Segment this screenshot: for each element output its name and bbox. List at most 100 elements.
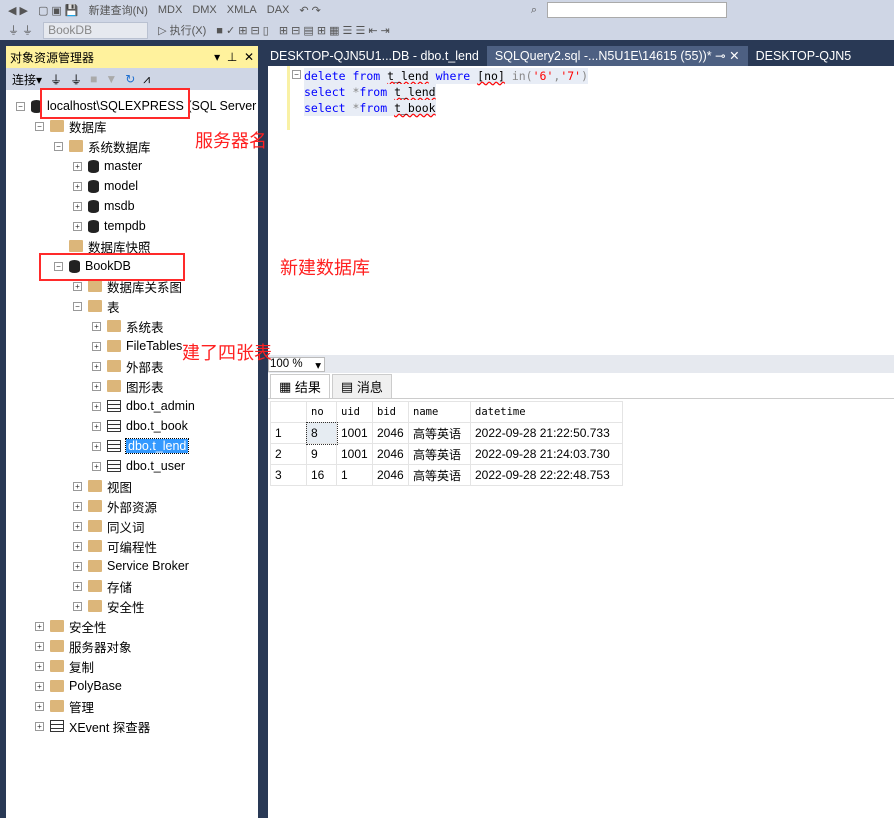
execute-button[interactable]: ▷ 执行(X): [158, 22, 206, 38]
grid-cell[interactable]: 2046: [372, 422, 409, 444]
connect-icon[interactable]: ⏚ ⏚: [8, 22, 33, 38]
tab-messages[interactable]: ▤ 消息: [331, 374, 392, 398]
tree-item[interactable]: + model: [73, 176, 138, 196]
document-tab[interactable]: DESKTOP-QJN5U1...DB - dbo.t_lend: [262, 46, 487, 66]
column-header[interactable]: [270, 401, 307, 423]
expand-icon[interactable]: +: [92, 421, 101, 431]
tree-item[interactable]: + FileTables: [92, 336, 182, 356]
expand-icon[interactable]: +: [73, 221, 82, 231]
grid-cell[interactable]: 8: [305, 421, 338, 445]
refresh-icon[interactable]: ↻: [125, 72, 135, 86]
grid-cell[interactable]: 16: [306, 464, 337, 486]
tree-item[interactable]: + XEvent 探查器: [35, 716, 150, 736]
tree-item[interactable]: − 数据库: [35, 116, 107, 136]
expand-icon[interactable]: +: [35, 641, 44, 651]
grid-cell[interactable]: 2022-09-28 22:22:48.753: [470, 464, 623, 486]
back-icon[interactable]: ◀ ▶: [8, 4, 28, 17]
column-header[interactable]: bid: [372, 401, 409, 423]
grid-cell[interactable]: 高等英语: [408, 443, 471, 465]
search-input[interactable]: [547, 2, 728, 18]
expand-icon[interactable]: +: [73, 581, 82, 591]
grid-cell[interactable]: 2022-09-28 21:24:03.730: [470, 443, 623, 465]
tree-item[interactable]: + 可编程性: [73, 536, 157, 556]
tree-item[interactable]: + dbo.t_user: [92, 456, 185, 476]
expand-icon[interactable]: +: [73, 161, 82, 171]
grid-cell[interactable]: 1: [270, 422, 307, 444]
grid-cell[interactable]: 3: [270, 464, 307, 486]
undo-icon[interactable]: ↶ ↷: [299, 4, 321, 17]
expand-icon[interactable]: +: [92, 441, 101, 451]
tree-item[interactable]: + PolyBase: [35, 676, 122, 696]
dax-button[interactable]: DAX: [267, 4, 290, 16]
expand-icon[interactable]: +: [92, 401, 101, 411]
expand-icon[interactable]: +: [73, 541, 82, 551]
collapse-icon[interactable]: −: [35, 121, 44, 131]
tree-item[interactable]: + dbo.t_lend: [92, 436, 190, 456]
expand-icon[interactable]: +: [35, 661, 44, 671]
column-header[interactable]: uid: [336, 401, 373, 423]
expand-icon[interactable]: +: [35, 701, 44, 711]
tree-item[interactable]: + 复制: [35, 656, 94, 676]
mdx-button[interactable]: MDX: [158, 4, 182, 16]
tree-item[interactable]: + 图形表: [92, 376, 164, 396]
grid-cell[interactable]: 2: [270, 443, 307, 465]
new-file-icon[interactable]: ▢ ▣ 💾: [38, 4, 79, 17]
collapse-icon[interactable]: −: [73, 301, 82, 311]
tree-item[interactable]: + 安全性: [35, 616, 107, 636]
expand-icon[interactable]: +: [92, 341, 101, 351]
document-tab[interactable]: SQLQuery2.sql -...N5U1E\14615 (55))* ⊸ ✕: [486, 46, 748, 66]
tree-item[interactable]: + master: [73, 156, 142, 176]
expand-icon[interactable]: +: [92, 461, 101, 471]
grid-cell[interactable]: 2046: [372, 443, 409, 465]
document-tab[interactable]: DESKTOP-QJN5: [748, 46, 860, 66]
column-header[interactable]: no: [306, 401, 337, 423]
zoom-select[interactable]: 100 % ▾: [268, 357, 325, 372]
grid-cell[interactable]: 1001: [336, 443, 373, 465]
expand-icon[interactable]: +: [73, 561, 82, 571]
grid-cell[interactable]: 2046: [372, 464, 409, 486]
tree-item[interactable]: + 外部表: [92, 356, 164, 376]
expand-icon[interactable]: +: [35, 721, 44, 731]
grid-cell[interactable]: 高等英语: [408, 422, 471, 444]
query-editor[interactable]: − delete from t_lend where [no] in('6','…: [268, 66, 894, 355]
grid-cell[interactable]: 2022-09-28 21:22:50.733: [470, 422, 623, 444]
expand-icon[interactable]: +: [73, 201, 82, 211]
grid-cell[interactable]: 高等英语: [408, 464, 471, 486]
tab-results[interactable]: ▦ 结果: [270, 374, 330, 398]
plug-icon[interactable]: ⏚: [50, 71, 62, 88]
collapse-icon[interactable]: −: [292, 70, 301, 79]
stop-icon[interactable]: ■: [90, 72, 97, 86]
tree-item[interactable]: − 系统数据库: [54, 136, 151, 156]
tree-item[interactable]: + 外部资源: [73, 496, 157, 516]
collapse-icon[interactable]: −: [54, 141, 63, 151]
tree-item[interactable]: + 存储: [73, 576, 132, 596]
database-select[interactable]: BookDB: [43, 21, 149, 39]
tree-item[interactable]: + 管理: [35, 696, 94, 716]
expand-icon[interactable]: +: [92, 361, 101, 371]
tree-item[interactable]: + dbo.t_admin: [92, 396, 195, 416]
expand-icon[interactable]: +: [92, 381, 101, 391]
stop-icon[interactable]: ■ ✓ ⊞ ⊟ ▯: [216, 24, 269, 37]
expand-icon[interactable]: +: [73, 181, 82, 191]
tree-item[interactable]: + Service Broker: [73, 556, 189, 576]
expand-icon[interactable]: +: [73, 501, 82, 511]
tree-item[interactable]: + tempdb: [73, 216, 146, 236]
column-header[interactable]: name: [408, 401, 471, 423]
expand-icon[interactable]: +: [73, 281, 82, 291]
column-header[interactable]: datetime: [470, 401, 623, 423]
grid-cell[interactable]: 1: [336, 464, 373, 486]
filter-icon[interactable]: ▼: [105, 72, 117, 86]
search-icon[interactable]: ⌕: [531, 4, 537, 17]
tree-item[interactable]: + msdb: [73, 196, 135, 216]
expand-icon[interactable]: +: [73, 601, 82, 611]
xmla-button[interactable]: XMLA: [227, 4, 257, 16]
tab-close-icon[interactable]: ⊸ ✕: [712, 49, 739, 63]
grid-cell[interactable]: 1001: [336, 422, 373, 444]
disconnect-icon[interactable]: ⏚: [70, 71, 82, 88]
expand-icon[interactable]: +: [35, 621, 44, 631]
tree-item[interactable]: + 视图: [73, 476, 132, 496]
tree-item[interactable]: + 同义词: [73, 516, 145, 536]
new-query-button[interactable]: 新建查询(N): [89, 2, 148, 18]
tree-item[interactable]: − 表: [73, 296, 120, 316]
collapse-icon[interactable]: −: [16, 101, 25, 111]
